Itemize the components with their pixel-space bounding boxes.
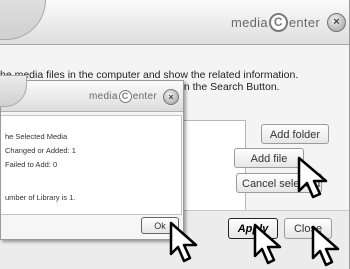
dialog-logo-c-icon: C [118, 90, 132, 103]
dialog-close-icon[interactable]: × [163, 89, 179, 105]
logo-text-media: media [230, 15, 268, 30]
title-bar: media C enter × [0, 0, 349, 45]
dialog-line-library-count: umber of Library is 1. [5, 193, 76, 202]
description-text-line2: on the Search Button. [178, 81, 280, 93]
mouse-cursor-icon [169, 221, 198, 263]
add-file-button[interactable]: Add file [234, 148, 304, 168]
dialog-logo-text-media: media [88, 91, 118, 102]
dialog-tab-decoration [0, 75, 27, 107]
title-tab-decoration [0, 0, 46, 40]
media-center-logo: media C enter [231, 13, 320, 32]
dialog-line-changed-added: Changed or Added: 1 [5, 146, 76, 155]
dialog-line-failed: Failed to Add: 0 [5, 160, 58, 169]
mouse-cursor-icon [311, 225, 340, 267]
media-center-window: media C enter × he media files in the co… [0, 0, 350, 269]
add-folder-button[interactable]: Add folder [261, 124, 329, 144]
dialog-logo-text-enter: enter [132, 91, 157, 102]
dialog-message-area: he Selected Media Changed or Added: 1 Fa… [1, 115, 182, 215]
dialog-title-bar: media C enter × [0, 75, 183, 112]
dialog-logo: media C enter [89, 90, 157, 103]
logo-text-enter: enter [288, 15, 320, 30]
result-dialog: media C enter × he Selected Media Change… [0, 75, 184, 240]
mouse-cursor-icon [297, 156, 328, 199]
logo-c-icon: C [268, 13, 288, 32]
mouse-cursor-icon [253, 223, 282, 265]
dialog-line-selected-media: he Selected Media [5, 132, 68, 141]
window-close-icon[interactable]: × [327, 13, 346, 32]
